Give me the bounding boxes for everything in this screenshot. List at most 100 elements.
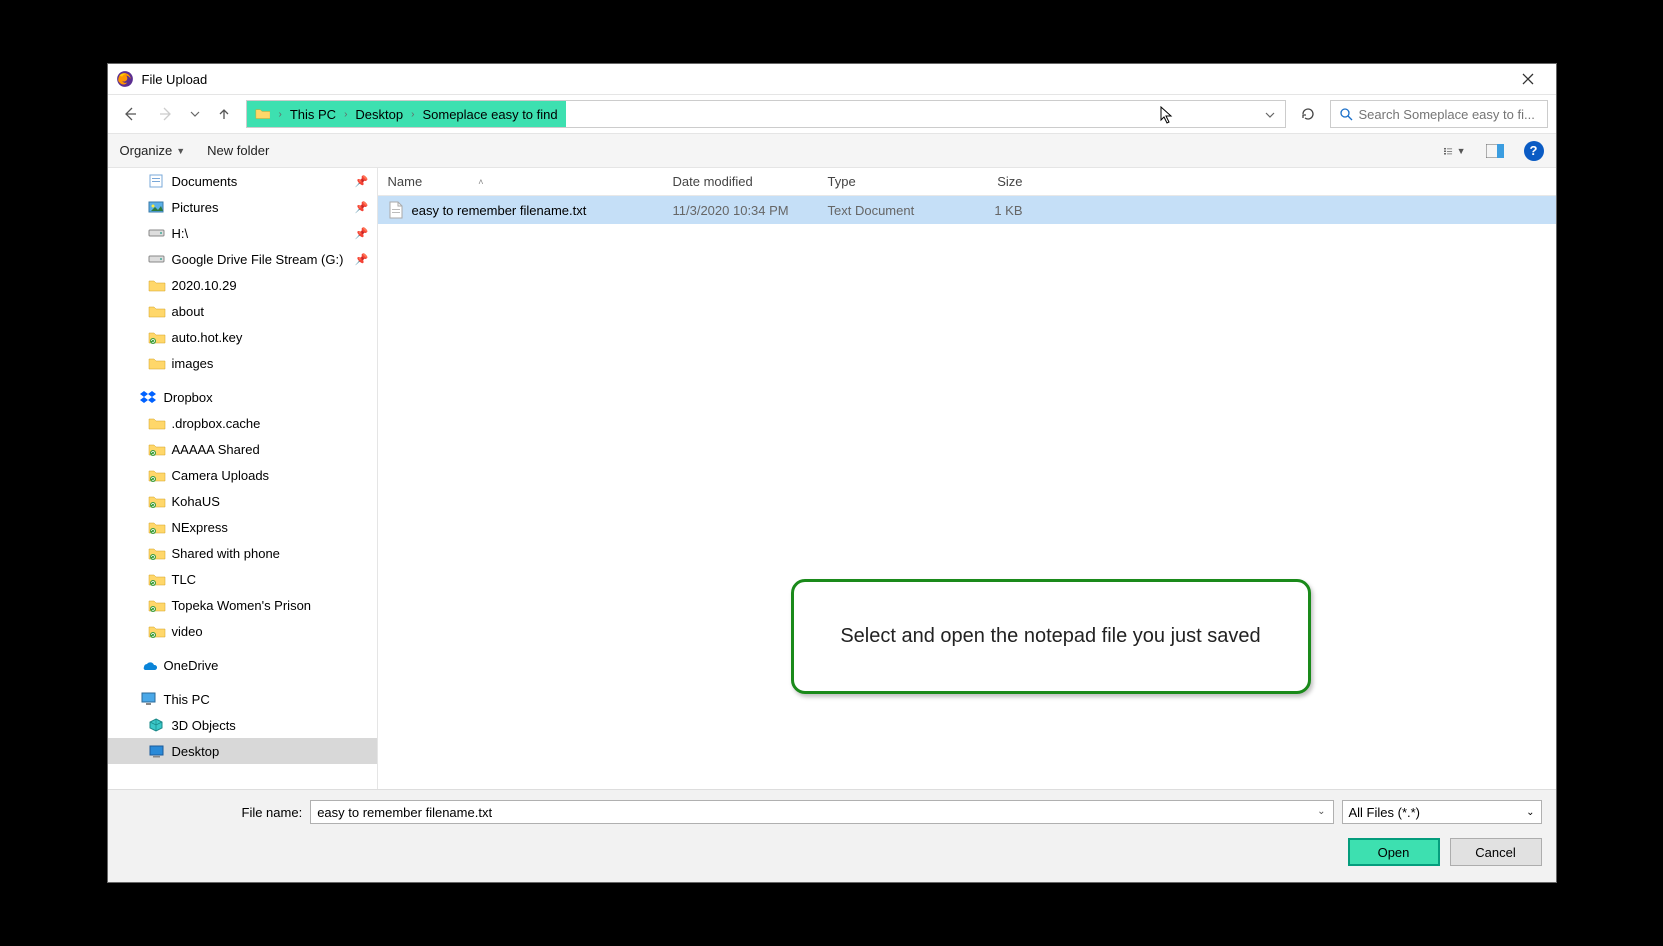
breadcrumb[interactable]: › This PC › Desktop › Someplace easy to … — [246, 100, 1286, 128]
syncfolder-icon — [148, 493, 166, 509]
tree-item[interactable]: This PC — [108, 686, 377, 712]
breadcrumb-part[interactable]: Someplace easy to find — [422, 107, 557, 122]
desktop-icon — [148, 743, 166, 759]
search-icon — [1339, 107, 1353, 121]
drive-icon — [148, 251, 166, 267]
syncfolder-icon — [148, 519, 166, 535]
tree-item[interactable]: OneDrive — [108, 652, 377, 678]
tree-item[interactable]: TLC — [108, 566, 377, 592]
tree-item[interactable]: Shared with phone — [108, 540, 377, 566]
tree-item-label: images — [172, 356, 214, 371]
tree-item-label: H:\ — [172, 226, 189, 241]
thispc-icon — [140, 691, 158, 707]
chevron-down-icon[interactable]: ⌄ — [1317, 806, 1325, 817]
col-type[interactable]: Type — [818, 174, 953, 189]
refresh-button[interactable] — [1294, 100, 1322, 128]
text-file-icon — [388, 201, 404, 219]
tree-item[interactable]: 2020.10.29 — [108, 272, 377, 298]
tree-item-label: This PC — [164, 692, 210, 707]
breadcrumb-part[interactable]: This PC — [290, 107, 336, 122]
file-size: 1 KB — [953, 203, 1033, 218]
tree-item-label: Dropbox — [164, 390, 213, 405]
tree-item[interactable]: KohaUS — [108, 488, 377, 514]
tree-item-label: NExpress — [172, 520, 228, 535]
breadcrumb-dropdown[interactable] — [1255, 105, 1285, 123]
preview-pane-button[interactable] — [1484, 140, 1506, 162]
file-row[interactable]: easy to remember filename.txt11/3/2020 1… — [378, 196, 1556, 224]
tree-item-label: Pictures — [172, 200, 219, 215]
tree-item-label: video — [172, 624, 203, 639]
col-size[interactable]: Size — [953, 174, 1033, 189]
folder-icon — [255, 107, 271, 121]
up-button[interactable] — [210, 100, 238, 128]
sort-asc-icon: ˄ — [478, 177, 483, 187]
file-type: Text Document — [818, 203, 953, 218]
tree-item[interactable]: Topeka Women's Prison — [108, 592, 377, 618]
toolbar: Organize ▼ New folder ▼ ? — [108, 134, 1556, 168]
tree-item[interactable]: H:\ 📌 — [108, 220, 377, 246]
pin-icon: 📌 — [355, 253, 369, 266]
folder-icon — [148, 415, 166, 431]
tree-item[interactable]: Documents📌 — [108, 168, 377, 194]
tree-item[interactable]: AAAAA Shared — [108, 436, 377, 462]
search-box[interactable] — [1330, 100, 1548, 128]
forward-button[interactable] — [152, 100, 180, 128]
3d-icon — [148, 717, 166, 733]
col-name[interactable]: Name ˄ — [378, 174, 663, 189]
syncfolder-icon — [148, 467, 166, 483]
tree-item-label: auto.hot.key — [172, 330, 243, 345]
caret-down-icon: ▼ — [176, 146, 185, 156]
pin-icon: 📌 — [355, 227, 369, 240]
view-mode-button[interactable]: ▼ — [1444, 140, 1466, 162]
help-button[interactable]: ? — [1524, 141, 1544, 161]
onedrive-icon — [140, 657, 158, 673]
tree-item[interactable]: Google Drive File Stream (G:)📌 — [108, 246, 377, 272]
drive-icon — [148, 225, 166, 241]
col-date[interactable]: Date modified — [663, 174, 818, 189]
open-button[interactable]: Open — [1348, 838, 1440, 866]
tree-item[interactable]: Desktop — [108, 738, 377, 764]
tree-item[interactable]: about — [108, 298, 377, 324]
tree-item[interactable]: Dropbox — [108, 384, 377, 410]
syncfolder-icon — [148, 329, 166, 345]
breadcrumb-part[interactable]: Desktop — [355, 107, 403, 122]
cancel-button[interactable]: Cancel — [1450, 838, 1542, 866]
syncfolder-icon — [148, 597, 166, 613]
column-headers[interactable]: Name ˄ Date modified Type Size — [378, 168, 1556, 196]
caret-down-icon: ▼ — [1457, 146, 1466, 156]
chevron-right-icon: › — [342, 109, 349, 120]
tree-item-label: Desktop — [172, 744, 220, 759]
tree-item[interactable]: video — [108, 618, 377, 644]
syncfolder-icon — [148, 623, 166, 639]
new-folder-button[interactable]: New folder — [207, 143, 269, 158]
tree-item[interactable]: auto.hot.key — [108, 324, 377, 350]
sidebar[interactable]: Documents📌Pictures📌H:\📌Google Drive File… — [108, 168, 378, 789]
filetype-select[interactable]: All Files (*.*) ⌄ — [1342, 800, 1542, 824]
recent-dropdown[interactable] — [188, 100, 202, 128]
breadcrumb-root[interactable]: › This PC › Desktop › Someplace easy to … — [247, 101, 566, 127]
tree-item[interactable]: NExpress — [108, 514, 377, 540]
tree-item-label: Topeka Women's Prison — [172, 598, 312, 613]
tree-item-label: Shared with phone — [172, 546, 280, 561]
tree-item-label: 2020.10.29 — [172, 278, 237, 293]
tree-item[interactable]: Camera Uploads — [108, 462, 377, 488]
tree-item-label: .dropbox.cache — [172, 416, 261, 431]
tree-item-label: 3D Objects — [172, 718, 236, 733]
chevron-down-icon: ⌄ — [1526, 807, 1534, 818]
tree-item[interactable]: Pictures📌 — [108, 194, 377, 220]
tree-item[interactable]: .dropbox.cache — [108, 410, 377, 436]
search-input[interactable] — [1359, 107, 1539, 122]
docs-icon — [148, 173, 166, 189]
navbar: › This PC › Desktop › Someplace easy to … — [108, 94, 1556, 134]
folder-icon — [148, 277, 166, 293]
organize-button[interactable]: Organize ▼ — [120, 143, 186, 158]
file-view[interactable]: Name ˄ Date modified Type Size easy to r… — [378, 168, 1556, 789]
filename-input[interactable] — [310, 800, 1333, 824]
back-button[interactable] — [116, 100, 144, 128]
close-button[interactable] — [1508, 64, 1548, 94]
tree-item[interactable]: 3D Objects — [108, 712, 377, 738]
titlebar: File Upload — [108, 64, 1556, 94]
chevron-right-icon: › — [277, 109, 284, 120]
tree-item-label: about — [172, 304, 205, 319]
tree-item[interactable]: images — [108, 350, 377, 376]
